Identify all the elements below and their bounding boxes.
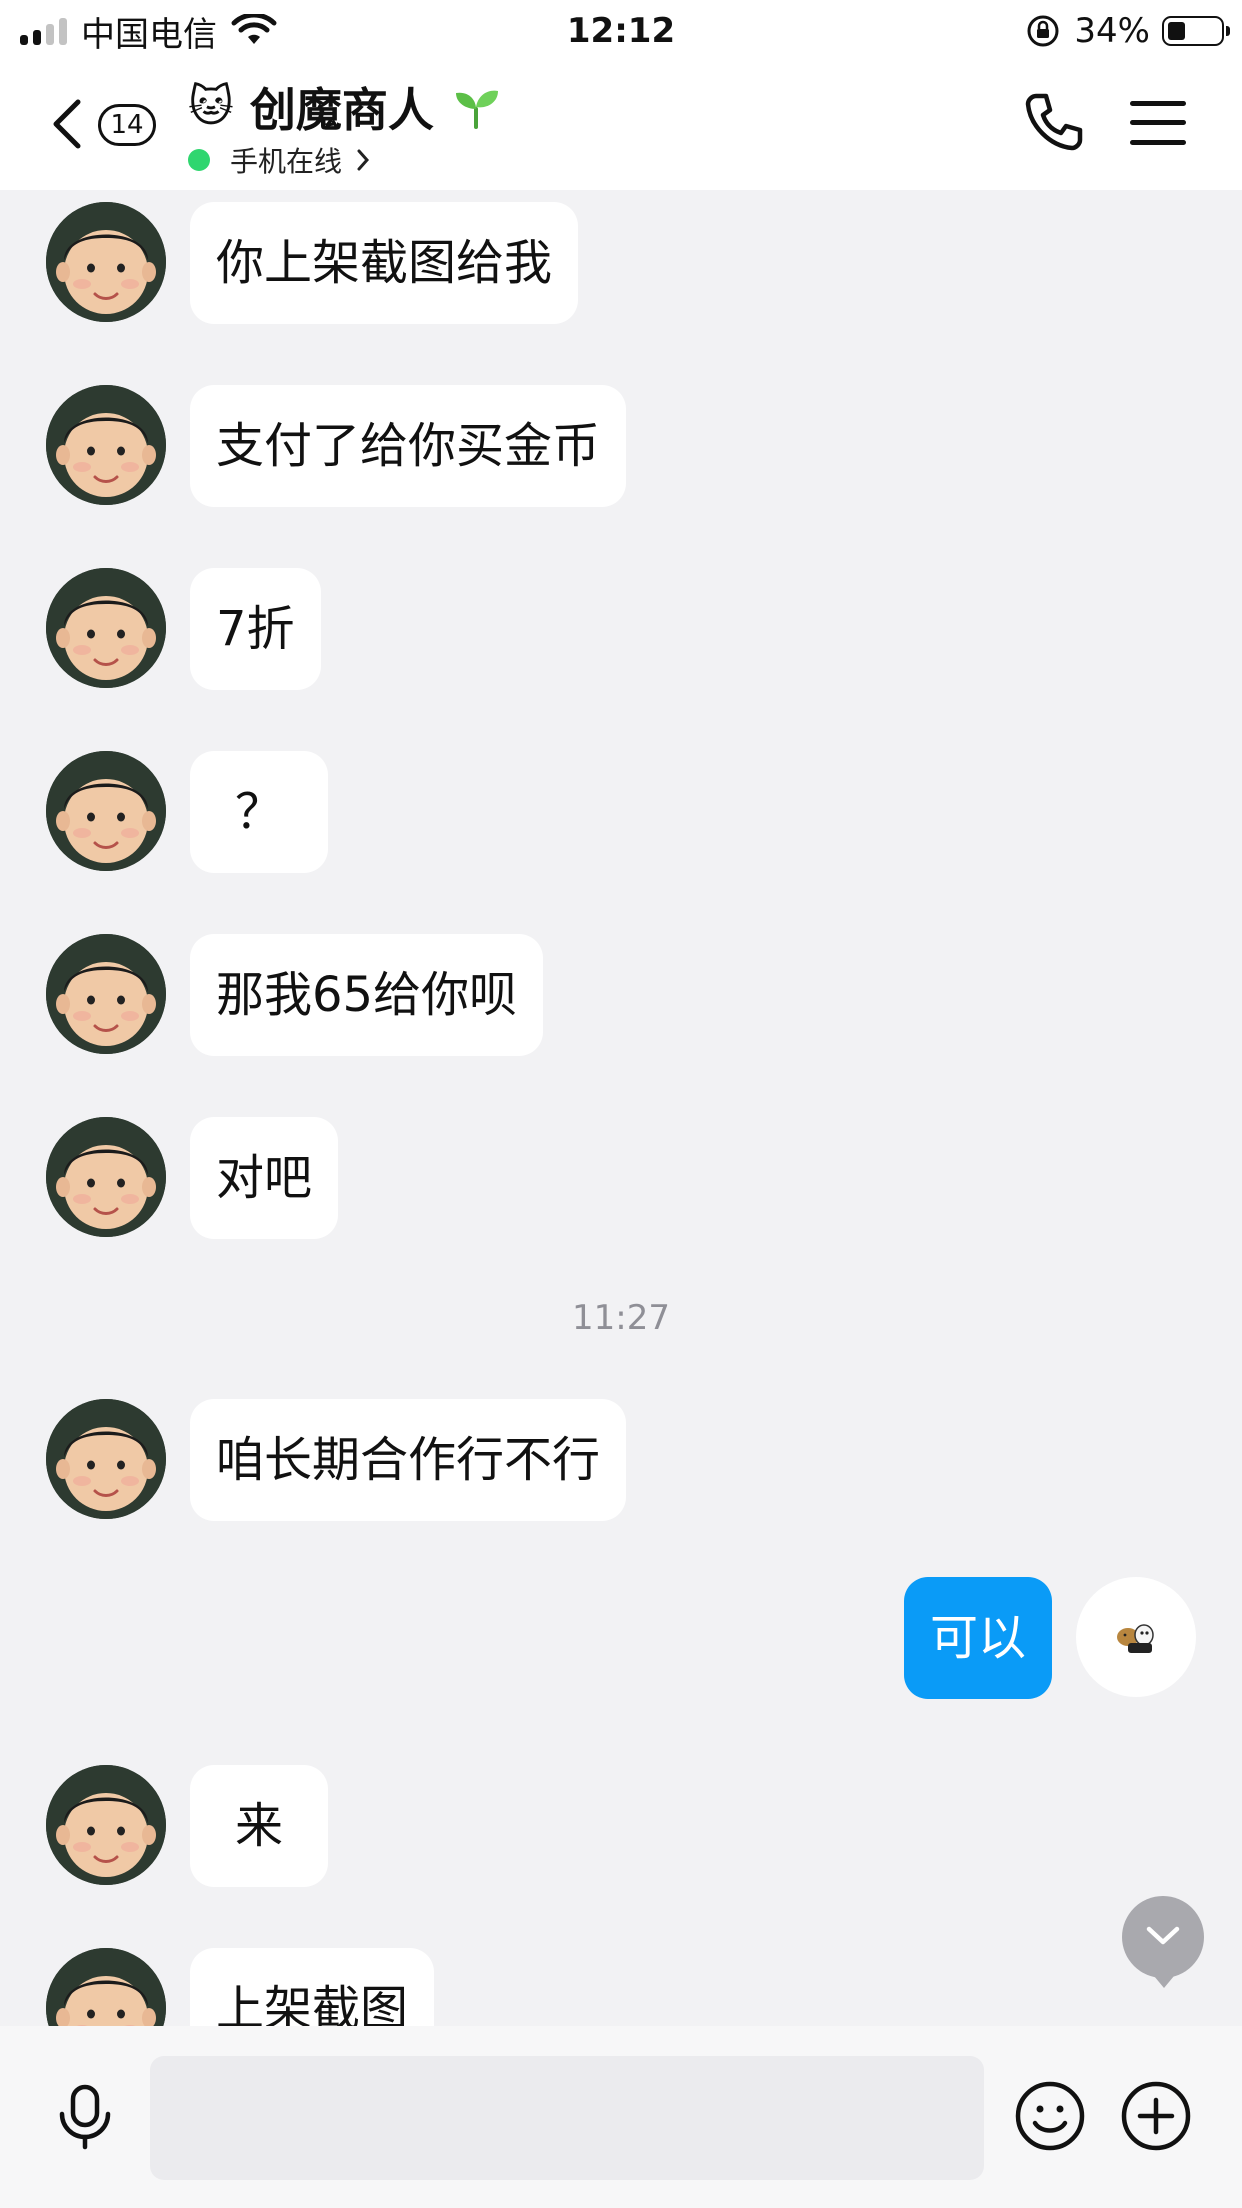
online-status-dot (188, 149, 210, 171)
chat-header: 14 🐱 创魔商人 手机在线 (0, 62, 1242, 190)
message-bubble[interactable]: 对吧 (190, 1117, 339, 1239)
menu-icon[interactable] (1130, 100, 1186, 146)
boy-face-icon (46, 202, 166, 322)
message-row: 支付了给你买金币 (0, 385, 1242, 507)
contact-avatar[interactable] (46, 1399, 166, 1519)
message-row: 那我65给你呗 (0, 934, 1242, 1056)
contact-avatar[interactable] (46, 1117, 166, 1237)
boy-face-icon (46, 934, 166, 1054)
message-row: 7折 (0, 568, 1242, 690)
battery-percent: 34% (1074, 11, 1150, 51)
boy-face-icon (46, 385, 166, 505)
contact-avatar[interactable] (46, 1948, 166, 2026)
contact-avatar[interactable] (46, 1765, 166, 1885)
contact-avatar[interactable] (46, 751, 166, 871)
mic-icon[interactable] (54, 2084, 116, 2150)
boy-face-icon (46, 1399, 166, 1519)
scroll-down-icon (1146, 1926, 1180, 1945)
input-bar (0, 2026, 1242, 2208)
status-bar: 中国电信 12:12 34% (0, 0, 1242, 62)
message-row: 你上架截图给我 (0, 202, 1242, 324)
boy-face-icon (46, 568, 166, 688)
message-bubble[interactable]: 7折 (190, 568, 321, 690)
message-bubble[interactable]: 咱长期合作行不行 (190, 1399, 627, 1521)
message-bubble[interactable]: 你上架截图给我 (190, 202, 579, 324)
contact-avatar[interactable] (46, 934, 166, 1054)
battery-icon (1162, 16, 1230, 46)
message-bubble[interactable]: 支付了给你买金币 (190, 385, 627, 507)
unread-count-badge[interactable]: 14 (98, 104, 156, 146)
boy-face-icon (46, 1117, 166, 1237)
sprout-icon (455, 90, 498, 129)
outgoing-message-row: 可以 (0, 1577, 1242, 1699)
message-row: 对吧 (0, 1117, 1242, 1239)
boy-face-icon (46, 1765, 166, 1885)
contact-avatar[interactable] (46, 385, 166, 505)
boy-face-icon (46, 751, 166, 871)
contact-avatar[interactable] (46, 568, 166, 688)
message-row: ？ (0, 751, 1242, 873)
back-icon[interactable] (50, 98, 84, 150)
message-bubble[interactable]: 来 (190, 1765, 328, 1887)
boy-face-icon (46, 1948, 166, 2026)
plus-icon[interactable] (1120, 2080, 1192, 2152)
phone-icon[interactable] (1022, 90, 1086, 154)
my-avatar[interactable] (1076, 1577, 1196, 1697)
rotation-lock-icon (1027, 15, 1059, 47)
outgoing-message-bubble[interactable]: 可以 (903, 1577, 1052, 1699)
message-bubble[interactable]: ？ (190, 751, 328, 873)
message-list[interactable]: 你上架截图给我 支付了给你买金币 7折 ？ 那我65给你呗 对吧 11:27 咱… (0, 190, 1242, 2026)
my-avatar-sticker-icon (1117, 1624, 1154, 1653)
message-timestamp: 11:27 (572, 1298, 670, 1338)
message-row: 来 (0, 1765, 1242, 1887)
scroll-to-bottom-button[interactable] (1122, 1896, 1204, 1988)
chevron-right-icon (357, 149, 370, 171)
contact-info[interactable]: 🐱 创魔商人 手机在线 (188, 76, 500, 180)
presence-label: 手机在线 (230, 145, 343, 178)
contact-name: 创魔商人 (249, 83, 434, 137)
message-bubble[interactable]: 上架截图 (190, 1948, 435, 2026)
contact-avatar[interactable] (46, 202, 166, 322)
emoji-icon[interactable] (1014, 2080, 1086, 2152)
message-row: 上架截图 (0, 1948, 1242, 2026)
message-bubble[interactable]: 那我65给你呗 (190, 934, 544, 1056)
message-input[interactable] (150, 2056, 984, 2180)
message-row: 咱长期合作行不行 (0, 1399, 1242, 1521)
cat-emoji-icon: 🐱 (188, 81, 234, 132)
